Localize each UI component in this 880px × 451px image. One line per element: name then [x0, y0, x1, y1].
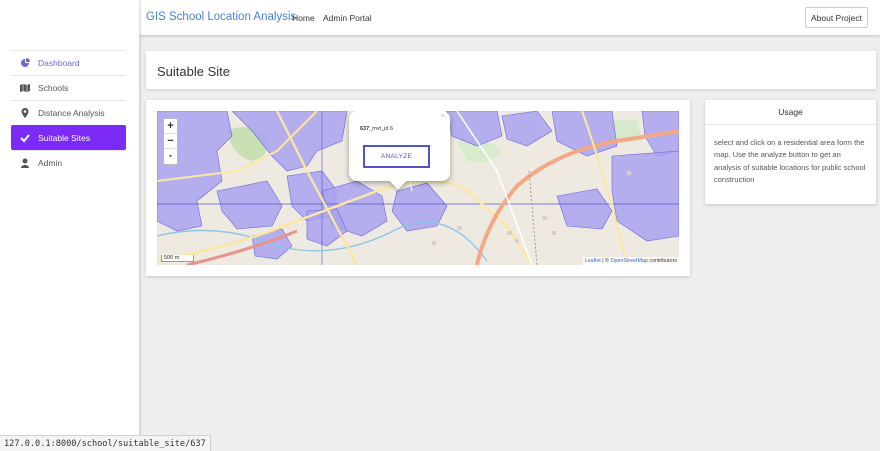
user-icon [20, 158, 30, 168]
usage-text: select and click on a residential area f… [714, 138, 866, 184]
popup-close-button[interactable]: × [441, 113, 445, 120]
attribution-text: contributors [647, 258, 677, 264]
popup-feature-id: 637 [360, 126, 370, 132]
openstreetmap-link[interactable]: OpenStreetMap [610, 258, 647, 264]
nav-link-admin-portal[interactable]: Admin Portal [323, 13, 372, 23]
zoom-in-button[interactable]: + [164, 119, 177, 134]
app-brand-title[interactable]: GIS School Location Analysis [146, 11, 296, 23]
map-view[interactable]: + − ▪ × 637_mvt_id 6 ANALYZE 500 m Leafl… [157, 111, 679, 265]
map-attribution: Leaflet | © OpenStreetMap contributors [582, 257, 679, 265]
sidebar-item-dashboard[interactable]: Dashboard [11, 50, 126, 75]
browser-status-url: 127.0.0.1:8000/school/suitable_site/637 [0, 435, 211, 451]
sidebar-item-label: Dashboard [38, 58, 80, 68]
zoom-out-button[interactable]: − [164, 134, 177, 149]
popup-feature-label: _mvt_id 6 [369, 126, 394, 132]
popup-feature-text: 637_mvt_id 6 [360, 126, 393, 132]
page-title-card: Suitable Site [146, 51, 876, 89]
sidebar-item-distance-analysis[interactable]: Distance Analysis [11, 100, 126, 125]
analyze-button[interactable]: ANALYZE [363, 145, 430, 168]
sidebar: Dashboard Schools Distance Analysis Suit… [0, 0, 139, 451]
pie-chart-icon [20, 58, 30, 68]
usage-title: Usage [705, 100, 876, 125]
map-scale: 500 m [161, 255, 195, 262]
zoom-control: + − ▪ [163, 118, 178, 165]
sidebar-item-admin[interactable]: Admin [11, 150, 126, 175]
about-project-button[interactable]: About Project [804, 7, 868, 28]
top-navbar: GIS School Location Analysis Home Admin … [139, 0, 880, 35]
map-icon [20, 83, 30, 93]
fullscreen-button[interactable]: ▪ [164, 149, 177, 164]
leaflet-link[interactable]: Leaflet [585, 258, 601, 264]
attribution-separator: | © [600, 258, 611, 264]
sidebar-item-label: Schools [38, 83, 69, 93]
usage-card: Usage select and click on a residential … [705, 100, 876, 204]
sidebar-item-suitable-sites[interactable]: Suitable Sites [11, 125, 126, 150]
page-title: Suitable Site [157, 64, 230, 79]
sidebar-item-label: Distance Analysis [38, 108, 105, 118]
nav-link-home[interactable]: Home [292, 13, 315, 23]
check-icon [20, 133, 30, 143]
map-popup: × 637_mvt_id 6 ANALYZE [349, 111, 450, 190]
map-card: + − ▪ × 637_mvt_id 6 ANALYZE 500 m Leafl… [146, 100, 690, 276]
sidebar-item-label: Admin [38, 158, 63, 168]
sidebar-item-label: Suitable Sites [38, 133, 90, 143]
sidebar-item-schools[interactable]: Schools [11, 75, 126, 100]
sidebar-nav: Dashboard Schools Distance Analysis Suit… [11, 50, 126, 175]
map-marker-icon [20, 108, 30, 118]
